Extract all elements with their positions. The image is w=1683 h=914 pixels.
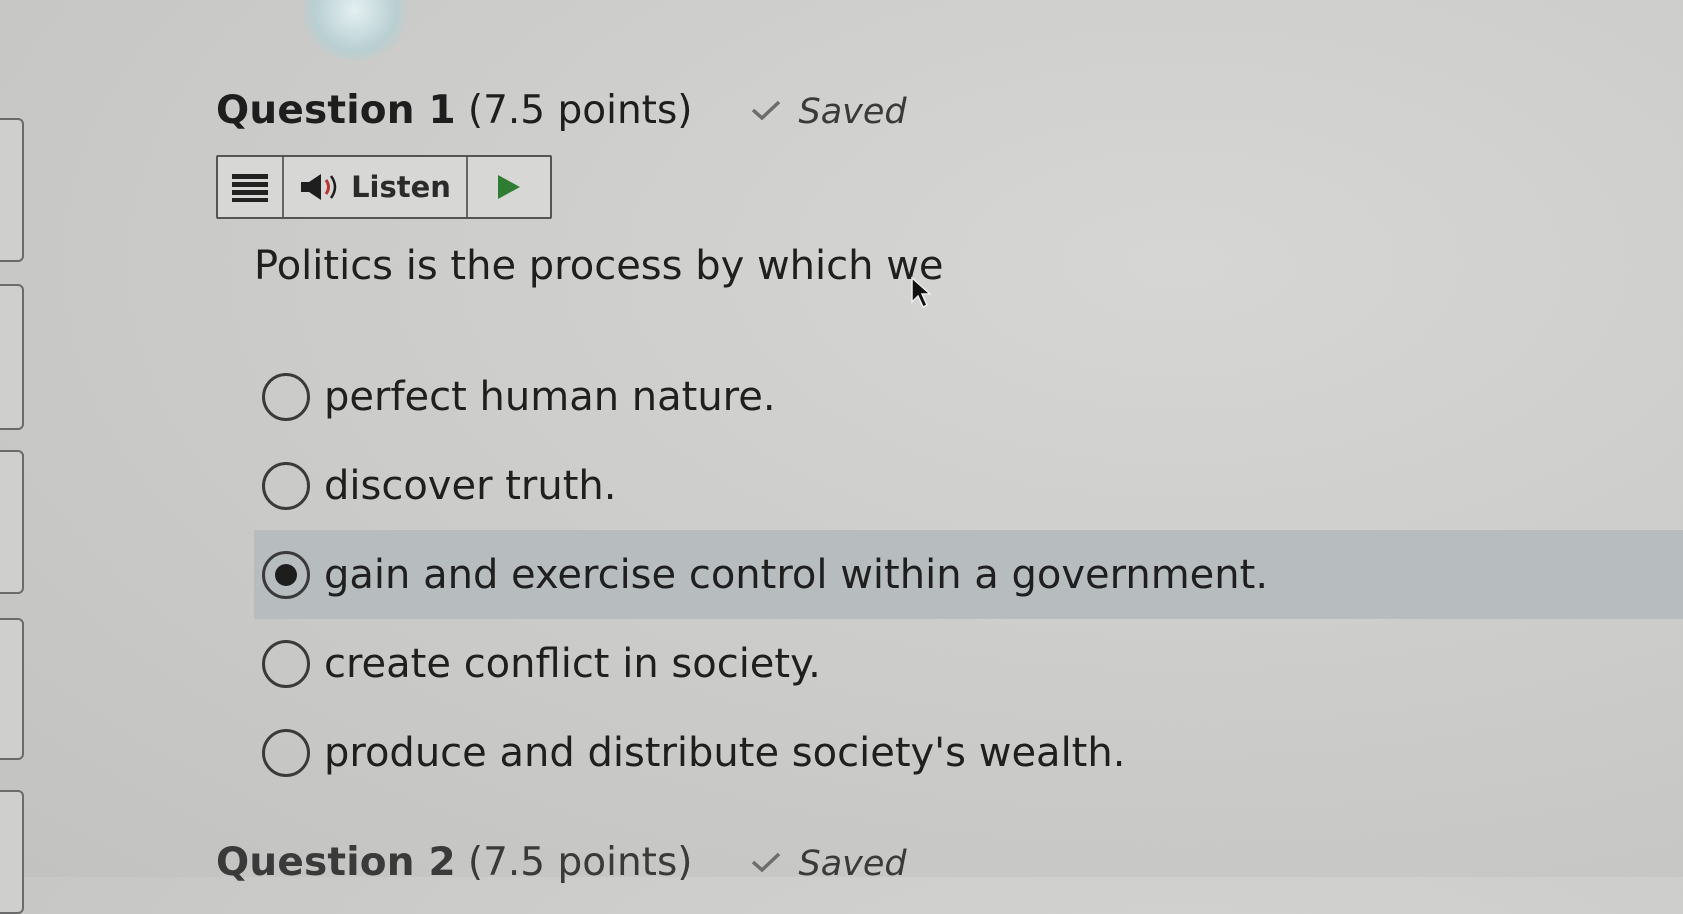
question-points: (7.5 points) [467,88,693,133]
answer-option[interactable]: discover truth. [254,441,1683,530]
question-prompt: Politics is the process by which we [254,243,944,289]
mouse-cursor-icon [911,276,932,309]
question-title: Question 2 [216,840,456,885]
menu-button[interactable] [218,157,284,217]
answer-option[interactable]: perfect human nature. [254,352,1683,441]
answer-label[interactable]: gain and exercise control within a gover… [324,552,1268,598]
radio-button-selected[interactable] [262,550,310,599]
radio-button[interactable] [262,372,310,421]
listen-toolbar: Listen [216,155,552,219]
side-panel-tab[interactable] [0,450,24,594]
answer-label[interactable]: produce and distribute society's wealth. [324,730,1125,776]
speaker-icon [301,174,337,200]
screen-glare [300,0,410,60]
question-header: Question 1 (7.5 points) Saved [216,88,907,133]
question-title: Question 1 [216,88,456,133]
check-icon [751,852,780,873]
answer-option[interactable]: produce and distribute society's wealth. [254,708,1683,797]
listen-button[interactable]: Listen [284,157,468,217]
side-panel-tab[interactable] [0,790,24,914]
play-button[interactable] [468,157,550,217]
question-points: (7.5 points) [467,840,693,885]
radio-dot [275,563,297,586]
saved-status: Saved [798,844,907,884]
answer-label[interactable]: perfect human nature. [324,374,776,420]
side-panel-tab[interactable] [0,284,24,430]
check-icon [751,100,780,121]
answer-options: perfect human nature. discover truth. ga… [254,352,1683,797]
answer-option[interactable]: create conflict in society. [254,619,1683,708]
answer-label[interactable]: create conflict in society. [324,641,821,687]
next-question-header: Question 2 (7.5 points) Saved [216,840,907,885]
radio-button[interactable] [262,728,310,777]
play-icon [498,175,520,199]
side-panel-tab[interactable] [0,118,24,262]
answer-option-selected[interactable]: gain and exercise control within a gover… [254,530,1683,619]
menu-icon [232,174,268,202]
radio-button[interactable] [262,461,310,510]
saved-status: Saved [798,92,907,132]
side-panel-tab[interactable] [0,618,24,760]
listen-label: Listen [351,170,451,204]
answer-label[interactable]: discover truth. [324,463,616,509]
radio-button[interactable] [262,639,310,688]
